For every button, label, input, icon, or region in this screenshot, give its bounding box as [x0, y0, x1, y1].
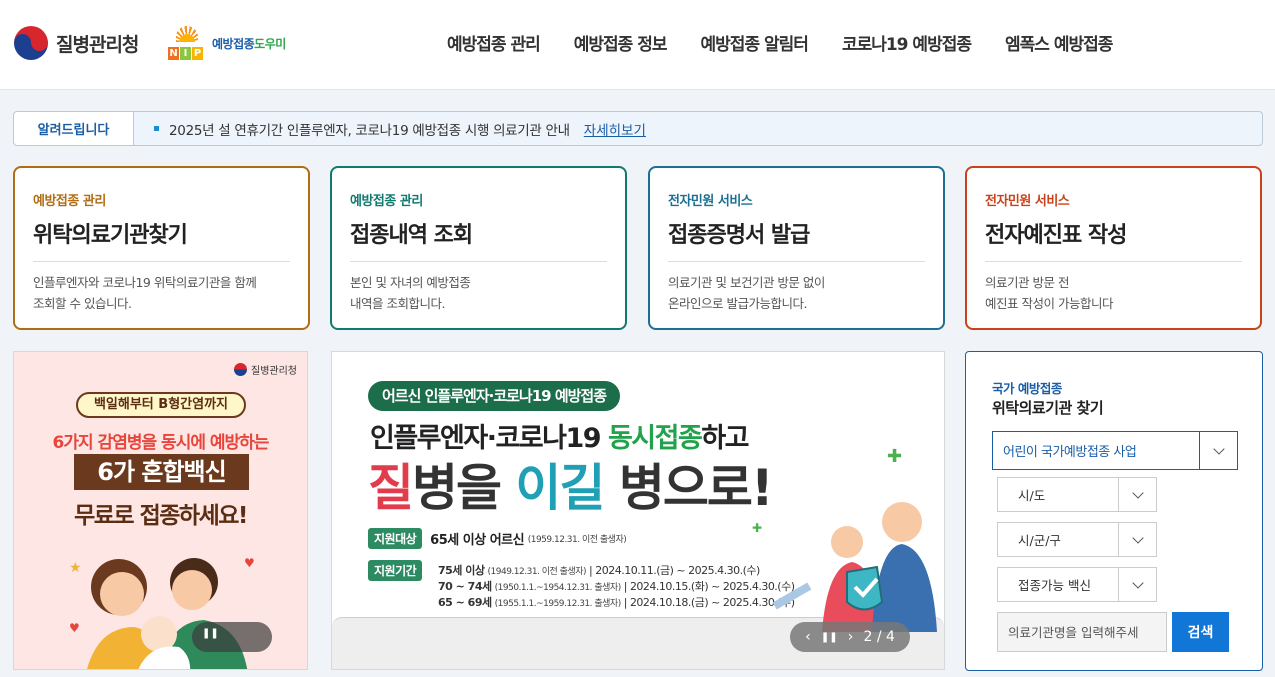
nav-vaccination-notice[interactable]: 예방접종 알림터 [684, 30, 825, 55]
nav-covid19-vaccination[interactable]: 코로나19 예방접종 [825, 30, 988, 55]
schedule-age: 70 ~ 74세 [438, 580, 492, 593]
card-category: 예방접종 관리 [350, 194, 423, 209]
vaccine-select-value: 접종가능 백신 [1018, 578, 1091, 593]
slogan-part: 질 [368, 459, 414, 517]
carousel-pager: 2 / 4 [863, 629, 895, 645]
notice-text[interactable]: 2025년 설 연휴기간 인플루엔자, 코로나19 예방접종 시행 의료기관 안… [169, 119, 570, 139]
sido-select-value: 시/도 [1018, 488, 1046, 503]
card-title: 위탁의료기관찾기 [33, 217, 290, 262]
nav-vaccination-info[interactable]: 예방접종 정보 [557, 30, 684, 55]
target-note: (1959.12.31. 이전 출생자) [527, 535, 627, 545]
period-row: 지원기간 [368, 560, 430, 581]
notice-bar: 알려드립니다 2025년 설 연휴기간 인플루엔자, 코로나19 예방접종 시행… [13, 111, 1263, 146]
chevron-down-icon [1118, 523, 1156, 556]
card-description: 본인 및 자녀의 예방접종 내역을 조회합니다. [350, 275, 471, 311]
hexavalent-vaccine-banner[interactable]: 질병관리청 백일해부터 B형간염까지 6가지 감염병을 동시에 예방하는 6가 … [13, 351, 308, 670]
schedule-row: 75세 이상 (1949.12.31. 이전 출생자) | 2024.10.11… [438, 564, 760, 577]
main-nav: 예방접종 관리 예방접종 정보 예방접종 알림터 코로나19 예방접종 엠폭스 … [430, 30, 1129, 55]
svg-text:♥: ♥ [69, 621, 80, 635]
slogan-part: 병으로! [603, 459, 774, 517]
target-label: 지원대상 [368, 528, 423, 549]
org-name: 질병관리청 [56, 33, 139, 56]
chevron-down-icon [1118, 568, 1156, 601]
schedule-row: 70 ~ 74세 (1950.1.1.~1954.12.31. 출생자) | 2… [438, 580, 795, 593]
banner-org-name: 질병관리청 [251, 366, 297, 377]
nav-mpox-vaccination[interactable]: 엠폭스 예방접종 [988, 30, 1129, 55]
svg-text:✚: ✚ [752, 521, 762, 535]
period-label: 지원기간 [368, 560, 423, 581]
card-description: 의료기관 및 보건기관 방문 없이 온라인으로 발급가능합니다. [668, 275, 825, 311]
search-title: 위탁의료기관 찾기 [992, 399, 1104, 417]
card-category: 전자민원 서비스 [985, 194, 1070, 209]
banner-line: 6가지 감염병을 동시에 예방하는 [52, 433, 270, 453]
card-title: 접종증명서 발급 [668, 217, 925, 262]
schedule-born: (1955.1.1.~1959.12.31. 출생자) [494, 599, 622, 609]
program-select[interactable]: 어린이 국가예방접종 사업 [992, 431, 1238, 470]
taegeuk-icon [14, 26, 48, 60]
banner-pill: 백일해부터 B형간염까지 [76, 392, 246, 418]
card-certificate-issue[interactable]: 전자민원 서비스 접종증명서 발급 의료기관 및 보건기관 방문 없이 온라인으… [648, 166, 945, 330]
svg-text:★: ★ [69, 560, 82, 576]
vaccine-select[interactable]: 접종가능 백신 [997, 567, 1157, 602]
card-e-prescreening[interactable]: 전자민원 서비스 전자예진표 작성 의료기관 방문 전 예진표 작성이 가능합니… [965, 166, 1262, 330]
elderly-flu-covid-banner[interactable]: 어르신 인플루엔자·코로나19 예방접종 인플루엔자·코로나19 동시접종하고 … [331, 351, 945, 670]
nip-logo[interactable]: N I P 예방접종도우미 [168, 26, 286, 60]
banner-pause-button[interactable] [192, 622, 272, 652]
chevron-left-icon[interactable]: ‹ [805, 629, 811, 645]
nav-vaccination-management[interactable]: 예방접종 관리 [430, 30, 557, 55]
card-description: 인플루엔자와 코로나19 위탁의료기관을 함께 조회할 수 있습니다. [33, 275, 257, 311]
banner-carousel-controls: ‹ ❚❚ › 2 / 4 [790, 622, 910, 652]
card-find-clinic[interactable]: 예방접종 관리 위탁의료기관찾기 인플루엔자와 코로나19 위탁의료기관을 함께… [13, 166, 310, 330]
schedule-range: 2024.10.11.(금) ~ 2025.4.30.(수) [595, 564, 760, 577]
notice-label: 알려드립니다 [14, 112, 134, 145]
nip-title-main: 예방접종 [212, 36, 255, 51]
notice-detail-link[interactable]: 자세히보기 [584, 119, 646, 139]
sigungu-select[interactable]: 시/군/구 [997, 522, 1157, 557]
sido-select[interactable]: 시/도 [997, 477, 1157, 512]
nip-letter: P [192, 47, 203, 60]
bullet-icon [154, 126, 159, 131]
card-title: 전자예진표 작성 [985, 217, 1242, 262]
search-subtitle: 국가 예방접종 [992, 381, 1062, 396]
banner-org: 질병관리청 [234, 362, 297, 377]
nip-letter: I [180, 47, 191, 60]
card-category: 전자민원 서비스 [668, 194, 753, 209]
nip-title-accent: 도우미 [254, 36, 286, 51]
pause-icon[interactable]: ❚❚ [821, 632, 838, 643]
card-vaccination-history[interactable]: 예방접종 관리 접종내역 조회 본인 및 자녀의 예방접종 내역을 조회합니다. [330, 166, 627, 330]
slogan-part: 이길 [515, 459, 605, 517]
target-text: 65세 이상 어르신 [430, 533, 525, 548]
banner-highlight: 6가 혼합백신 [74, 454, 249, 490]
program-select-value: 어린이 국가예방접종 사업 [1003, 445, 1137, 460]
chevron-down-icon [1118, 478, 1156, 511]
schedule-age: 65 ~ 69세 [438, 596, 492, 609]
nip-letter: N [168, 47, 179, 60]
sigungu-select-value: 시/군/구 [1018, 533, 1061, 548]
clinic-name-input[interactable] [997, 612, 1167, 652]
elderly-couple-illustration: ✚ ✚ [752, 446, 937, 632]
banner-slogan: 질병을 이길 병으로! [368, 448, 774, 520]
schedule-born: (1949.12.31. 이전 출생자) [487, 567, 587, 577]
kdca-logo[interactable]: 질병관리청 [14, 26, 139, 60]
card-category: 예방접종 관리 [33, 194, 106, 209]
card-description: 의료기관 방문 전 예진표 작성이 가능합니다 [985, 275, 1113, 311]
svg-text:♥: ♥ [244, 556, 255, 570]
schedule-row: 65 ~ 69세 (1955.1.1.~1959.12.31. 출생자) | 2… [438, 596, 795, 609]
site-header: 질병관리청 N I P 예방접종도우미 예방접종 관리 예방접종 정보 예방접종… [0, 0, 1275, 90]
chevron-down-icon [1199, 432, 1237, 469]
target-row: 지원대상 65세 이상 어르신 (1959.12.31. 이전 출생자) [368, 528, 627, 549]
svg-text:✚: ✚ [887, 446, 902, 467]
banner-line: 무료로 접종하세요! [74, 503, 248, 529]
card-title: 접종내역 조회 [350, 217, 607, 262]
search-button[interactable]: 검색 [1172, 612, 1229, 652]
taegeuk-icon [234, 363, 247, 376]
chevron-right-icon[interactable]: › [848, 629, 854, 645]
slogan-part: 병을 [412, 459, 516, 517]
schedule-age: 75세 이상 [438, 564, 485, 577]
clinic-search-panel: 국가 예방접종 위탁의료기관 찾기 어린이 국가예방접종 사업 시/도 시/군/… [965, 351, 1263, 671]
nip-title: 예방접종도우미 [212, 35, 286, 52]
banner-tag: 어르신 인플루엔자·코로나19 예방접종 [368, 381, 621, 411]
schedule-born: (1950.1.1.~1954.12.31. 출생자) [494, 583, 622, 593]
nip-sun-icon: N I P [168, 26, 206, 60]
